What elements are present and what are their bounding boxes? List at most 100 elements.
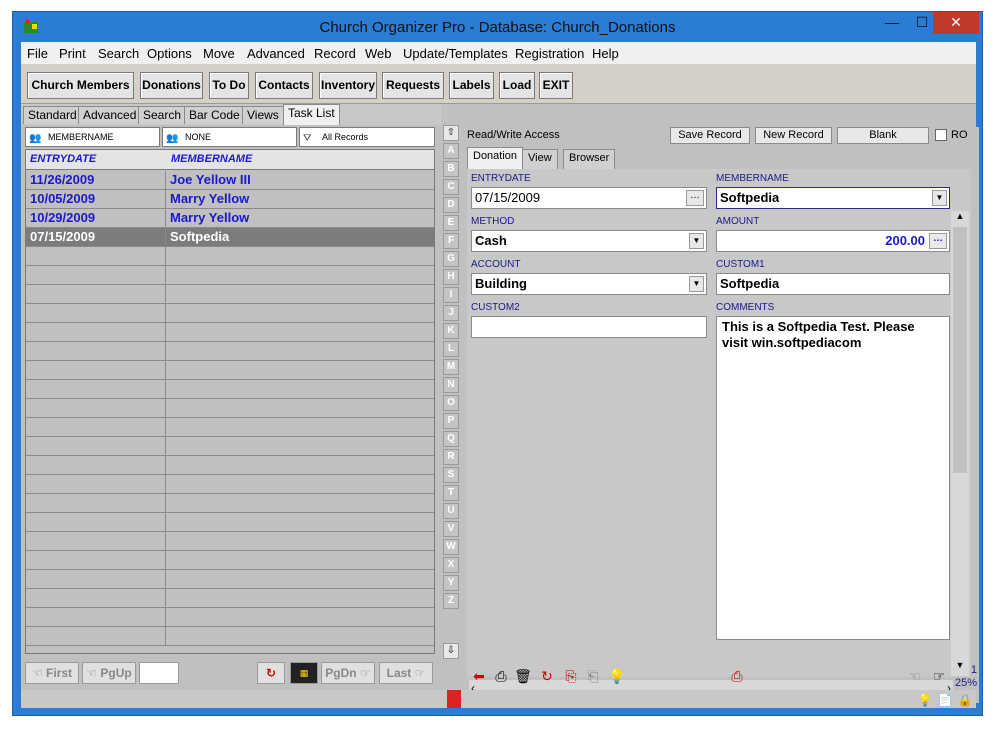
menu-move[interactable]: Move xyxy=(203,46,235,61)
empty-table-row[interactable] xyxy=(26,551,434,570)
chevron-up-icon[interactable]: ▲ xyxy=(951,211,969,227)
cell-entrydate[interactable] xyxy=(26,456,166,474)
save-record-button[interactable]: Save Record xyxy=(670,127,750,144)
entrydate-field[interactable]: 07/15/2009… xyxy=(471,187,707,209)
goto-record-field[interactable] xyxy=(139,662,179,684)
scroll-thumb[interactable] xyxy=(953,227,967,473)
cell-membername[interactable] xyxy=(167,437,435,455)
lightbulb-icon[interactable]: 💡 xyxy=(607,666,627,686)
empty-table-row[interactable] xyxy=(26,589,434,608)
paste-record-icon[interactable]: ⎗ xyxy=(583,666,603,686)
letter-index-t[interactable]: T xyxy=(443,485,459,501)
empty-table-row[interactable] xyxy=(26,361,434,380)
tab-search[interactable]: Search xyxy=(138,106,187,124)
cell-entrydate[interactable] xyxy=(26,608,166,626)
letter-index-k[interactable]: K xyxy=(443,323,459,339)
tab-browser[interactable]: Browser xyxy=(563,149,616,169)
sort-field-1[interactable]: 👥 MEMBERNAME xyxy=(25,127,160,147)
letter-index-y[interactable]: Y xyxy=(443,575,459,591)
tab-task-list[interactable]: Task List xyxy=(283,104,340,125)
letter-index-l[interactable]: L xyxy=(443,341,459,357)
filter-select[interactable]: ⛛ All Records xyxy=(299,127,435,147)
cell-entrydate[interactable] xyxy=(26,570,166,588)
vertical-scrollbar[interactable]: ▲ ▼ xyxy=(951,211,969,676)
cell-membername[interactable] xyxy=(167,551,435,569)
refresh-icon[interactable]: ↻ xyxy=(257,662,285,684)
letter-index-u[interactable]: U xyxy=(443,503,459,519)
empty-table-row[interactable] xyxy=(26,437,434,456)
refresh-icon[interactable]: ↻ xyxy=(537,666,557,686)
empty-table-row[interactable] xyxy=(26,456,434,475)
cell-entrydate[interactable] xyxy=(26,399,166,417)
menu-help[interactable]: Help xyxy=(592,46,619,61)
move-handle-icon[interactable] xyxy=(447,690,461,708)
cell-membername[interactable] xyxy=(167,380,435,398)
last-button[interactable]: Last ☞ xyxy=(379,662,433,684)
letter-index-q[interactable]: Q xyxy=(443,431,459,447)
cell-entrydate[interactable] xyxy=(26,437,166,455)
cell-entrydate[interactable] xyxy=(26,342,166,360)
cell-membername[interactable] xyxy=(167,304,435,322)
menu-search[interactable]: Search xyxy=(98,46,139,61)
cell-membername[interactable] xyxy=(167,361,435,379)
cell-entrydate[interactable]: 10/29/2009 xyxy=(26,209,166,227)
tab-standard[interactable]: Standard xyxy=(23,106,82,124)
empty-table-row[interactable] xyxy=(26,342,434,361)
table-row[interactable]: 07/15/2009 Softpedia xyxy=(26,228,434,247)
scroll-up-arrow-icon[interactable]: ⇧ xyxy=(443,125,459,141)
cell-membername[interactable] xyxy=(167,532,435,550)
custom2-field[interactable] xyxy=(471,316,707,338)
letter-index-i[interactable]: I xyxy=(443,287,459,303)
cell-membername[interactable]: Joe Yellow III xyxy=(167,171,435,189)
method-dropdown[interactable]: Cash ▼ xyxy=(471,230,707,252)
empty-table-row[interactable] xyxy=(26,513,434,532)
document-icon[interactable]: 📄 xyxy=(935,690,955,710)
minimize-button[interactable]: — xyxy=(877,12,907,34)
donations-button[interactable]: Donations xyxy=(140,72,203,99)
empty-table-row[interactable] xyxy=(26,570,434,589)
cell-membername[interactable] xyxy=(167,342,435,360)
empty-table-row[interactable] xyxy=(26,608,434,627)
cell-entrydate[interactable] xyxy=(26,361,166,379)
letter-index-z[interactable]: Z xyxy=(443,593,459,609)
cell-membername[interactable] xyxy=(167,323,435,341)
church-members-button[interactable]: Church Members xyxy=(27,72,134,99)
pgup-button[interactable]: ☜ PgUp xyxy=(82,662,136,684)
menu-update-templates[interactable]: Update/Templates xyxy=(403,46,508,61)
empty-table-row[interactable] xyxy=(26,418,434,437)
account-dropdown[interactable]: Building ▼ xyxy=(471,273,707,295)
requests-button[interactable]: Requests xyxy=(382,72,444,99)
cell-membername[interactable] xyxy=(167,627,435,645)
title-bar[interactable]: Church Organizer Pro - Database: Church_… xyxy=(13,12,982,42)
cell-entrydate[interactable] xyxy=(26,266,166,284)
letter-index-h[interactable]: H xyxy=(443,269,459,285)
chevron-down-icon[interactable]: ▼ xyxy=(689,233,704,249)
scroll-down-arrow-icon[interactable]: ⇩ xyxy=(443,643,459,659)
calculator-button[interactable]: … xyxy=(929,233,947,249)
menu-registration[interactable]: Registration xyxy=(515,46,584,61)
copy-record-icon[interactable]: ⎘ xyxy=(561,666,581,686)
letter-index-f[interactable]: F xyxy=(443,233,459,249)
menu-print[interactable]: Print xyxy=(59,46,86,61)
print-preview-icon[interactable]: ⎙ xyxy=(727,666,747,686)
chevron-down-icon[interactable]: ▼ xyxy=(932,190,947,206)
cell-membername[interactable] xyxy=(167,399,435,417)
cell-entrydate[interactable] xyxy=(26,247,166,265)
cell-membername[interactable] xyxy=(167,513,435,531)
tab-advanced[interactable]: Advanced xyxy=(78,106,142,124)
empty-table-row[interactable] xyxy=(26,627,434,646)
ro-checkbox[interactable] xyxy=(935,129,947,141)
tab-views[interactable]: Views xyxy=(242,106,284,124)
load-button[interactable]: Load xyxy=(499,72,535,99)
empty-table-row[interactable] xyxy=(26,380,434,399)
cell-membername[interactable] xyxy=(167,418,435,436)
empty-table-row[interactable] xyxy=(26,532,434,551)
cell-entrydate[interactable] xyxy=(26,513,166,531)
letter-index-g[interactable]: G xyxy=(443,251,459,267)
lock-icon[interactable]: 🔒 xyxy=(955,690,975,710)
empty-table-row[interactable] xyxy=(26,266,434,285)
empty-table-row[interactable] xyxy=(26,399,434,418)
pgdn-button[interactable]: PgDn ☞ xyxy=(321,662,375,684)
cell-entrydate[interactable] xyxy=(26,380,166,398)
cell-membername[interactable] xyxy=(167,456,435,474)
